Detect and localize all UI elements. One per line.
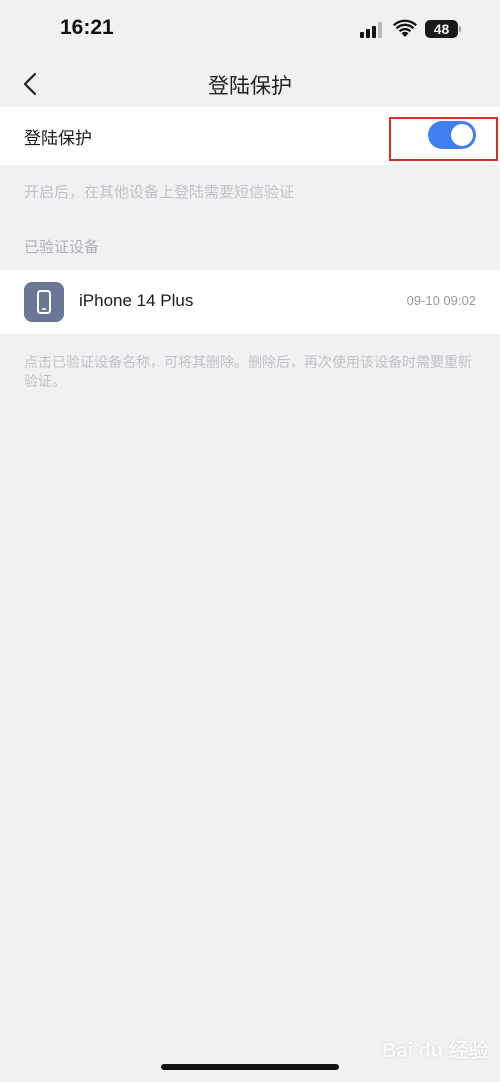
battery-level: 48	[433, 21, 450, 37]
home-indicator[interactable]	[161, 1064, 339, 1070]
annotation-highlight-box	[389, 117, 498, 161]
protection-hint: 开启后，在其他设备上登陆需要短信验证	[24, 183, 295, 201]
battery-icon: 48	[425, 20, 458, 38]
device-list-item[interactable]: iPhone 14 Plus 09-10 09:02	[0, 270, 500, 334]
phone-icon	[24, 282, 64, 322]
login-protection-label: 登陆保护	[24, 129, 92, 149]
status-bar: 16:21 48	[0, 0, 500, 60]
device-name[interactable]: iPhone 14 Plus	[79, 291, 193, 311]
battery-cap	[459, 26, 461, 32]
navigation-bar: 登陆保护	[0, 60, 500, 106]
status-time: 16:21	[60, 16, 114, 39]
delete-device-note: 点击已验证设备名称，可将其删除。删除后，再次使用该设备时需要重新验证。	[24, 355, 472, 390]
baidu-watermark: Bai du 经验	[382, 1040, 489, 1062]
cellular-signal-icon	[360, 22, 384, 38]
verified-devices-title: 已验证设备	[24, 238, 100, 256]
page-title: 登陆保护	[208, 74, 292, 98]
wifi-icon	[393, 19, 417, 37]
device-verified-time: 09-10 09:02	[406, 293, 476, 308]
